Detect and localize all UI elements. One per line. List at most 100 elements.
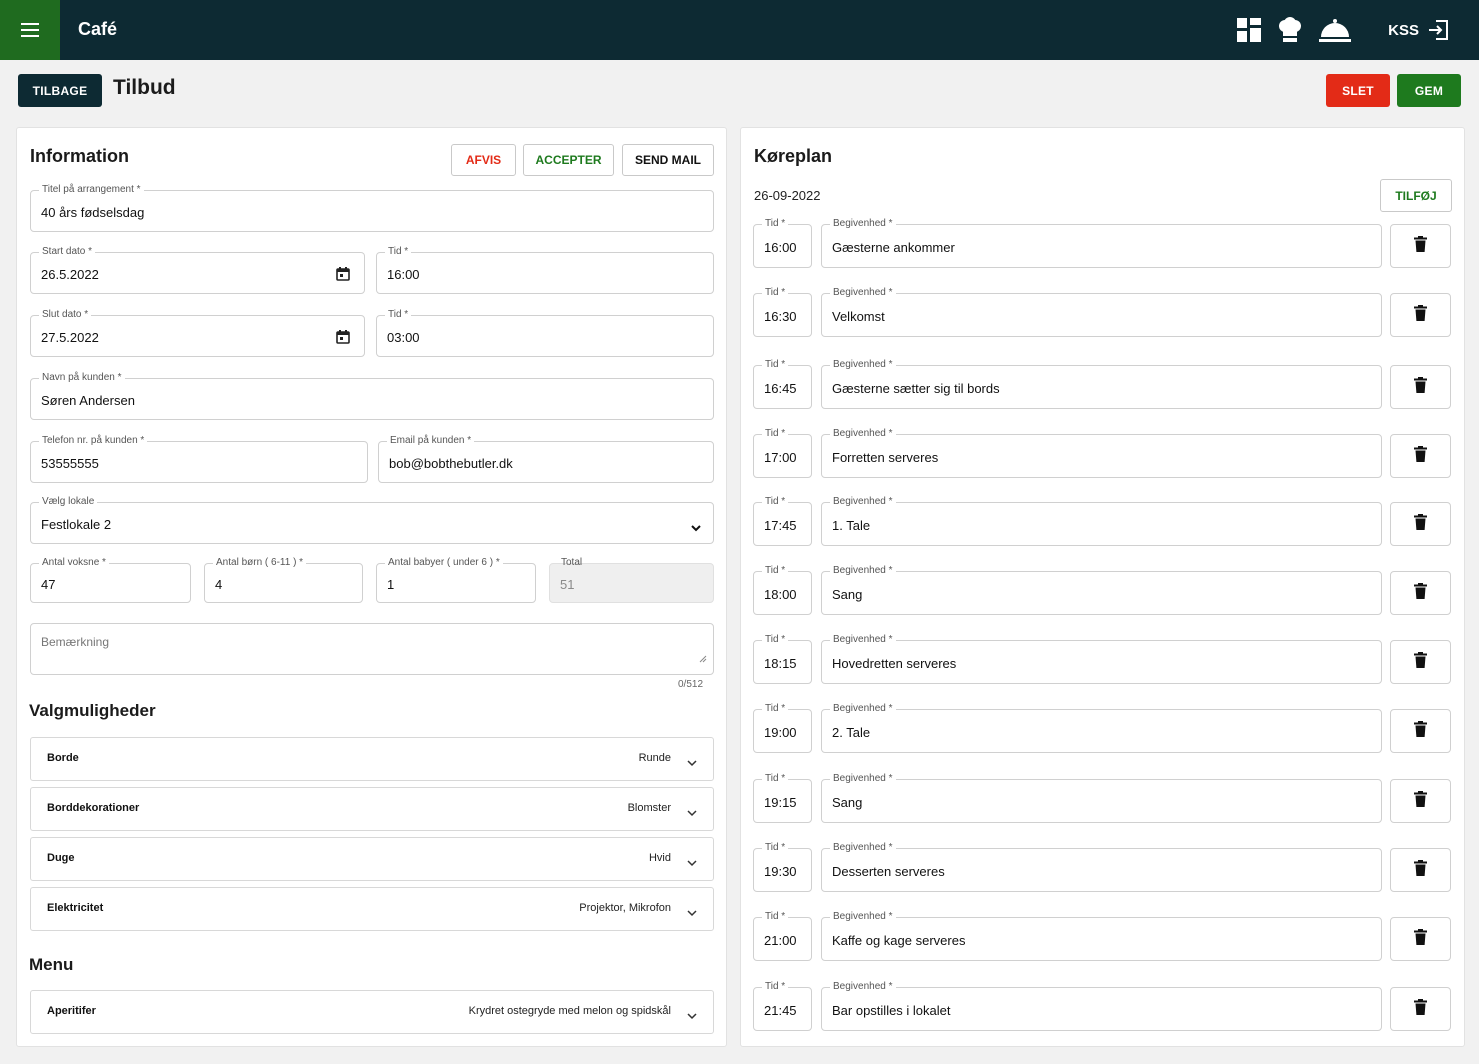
total-value: 51 — [560, 577, 575, 592]
event-field[interactable]: Begivenhed * Sang — [821, 565, 1382, 615]
event-value: Sang — [832, 587, 863, 602]
event-value: 1. Tale — [832, 518, 871, 533]
customer-email-field[interactable]: Email på kunden * bob@bobthebutler.dk — [378, 435, 714, 483]
event-field[interactable]: Begivenhed * 2. Tale — [821, 703, 1382, 753]
time-value: 18:00 — [764, 587, 797, 602]
time-field[interactable]: Tid * 21:45 — [753, 981, 812, 1031]
end-time-field[interactable]: Tid * 03:00 — [376, 309, 714, 357]
menu-button[interactable] — [0, 0, 60, 60]
resize-handle-icon[interactable] — [699, 650, 707, 668]
chef-hat-icon[interactable] — [1276, 17, 1304, 43]
delete-button[interactable]: SLET — [1326, 74, 1390, 107]
time-field[interactable]: Tid * 19:30 — [753, 842, 812, 892]
delete-entry-button[interactable] — [1390, 365, 1451, 409]
time-field[interactable]: Tid * 18:15 — [753, 634, 812, 684]
accept-button[interactable]: ACCEPTER — [523, 144, 614, 176]
time-field[interactable]: Tid * 19:00 — [753, 703, 812, 753]
dashboard-icon[interactable] — [1236, 17, 1262, 43]
adults-field[interactable]: Antal voksne * 47 — [30, 557, 191, 603]
event-value: Velkomst — [832, 309, 885, 324]
send-mail-button[interactable]: SEND MAIL — [622, 144, 714, 176]
delete-entry-button[interactable] — [1390, 640, 1451, 684]
delete-entry-button[interactable] — [1390, 571, 1451, 615]
children-label: Antal børn ( 6-11 ) * — [213, 557, 307, 568]
time-field[interactable]: Tid * 16:30 — [753, 287, 812, 337]
start-time-field[interactable]: Tid * 16:00 — [376, 246, 714, 294]
menu-value: Krydret ostegryde med melon og spidskål — [468, 1005, 671, 1017]
event-label: Begivenhed * — [830, 911, 896, 922]
delete-entry-button[interactable] — [1390, 293, 1451, 337]
event-field[interactable]: Begivenhed * Velkomst — [821, 287, 1382, 337]
event-field[interactable]: Begivenhed * Gæsterne ankommer — [821, 218, 1382, 268]
back-button[interactable]: TILBAGE — [18, 74, 102, 107]
time-value: 17:45 — [764, 518, 797, 533]
delete-entry-button[interactable] — [1390, 224, 1451, 268]
trash-icon — [1414, 445, 1427, 467]
delete-entry-button[interactable] — [1390, 709, 1451, 753]
chevron-down-icon — [687, 904, 697, 922]
option-row-duge[interactable]: Duge Hvid — [30, 837, 714, 881]
chevron-down-icon — [687, 1007, 697, 1025]
start-date-field[interactable]: Start dato * 26.5.2022 — [30, 246, 365, 294]
event-field[interactable]: Begivenhed * Kaffe og kage serveres — [821, 911, 1382, 961]
event-field[interactable]: Begivenhed * Forretten serveres — [821, 428, 1382, 478]
option-row-elektricitet[interactable]: Elektricitet Projektor, Mikrofon — [30, 887, 714, 931]
time-field[interactable]: Tid * 21:00 — [753, 911, 812, 961]
option-row-borddekorationer[interactable]: Borddekorationer Blomster — [30, 787, 714, 831]
customer-name-field[interactable]: Navn på kunden * Søren Andersen — [30, 372, 714, 420]
customer-phone-field[interactable]: Telefon nr. på kunden * 53555555 — [30, 435, 368, 483]
venue-label: Vælg lokale — [39, 496, 98, 507]
room-service-icon[interactable] — [1318, 17, 1352, 43]
schedule-heading: Køreplan — [754, 146, 833, 166]
delete-entry-button[interactable] — [1390, 779, 1451, 823]
delete-entry-button[interactable] — [1390, 848, 1451, 892]
venue-select[interactable]: Vælg lokale Festlokale 2 — [30, 496, 714, 544]
event-field[interactable]: Begivenhed * Hovedretten serveres — [821, 634, 1382, 684]
time-field[interactable]: Tid * 16:45 — [753, 359, 812, 409]
event-field[interactable]: Begivenhed * Gæsterne sætter sig til bord… — [821, 359, 1382, 409]
children-field[interactable]: Antal børn ( 6-11 ) * 4 — [204, 557, 363, 603]
time-value: 16:00 — [764, 240, 797, 255]
time-field[interactable]: Tid * 17:45 — [753, 496, 812, 546]
reject-button[interactable]: AFVIS — [451, 144, 516, 176]
babies-field[interactable]: Antal babyer ( under 6 ) * 1 — [376, 557, 536, 603]
time-field[interactable]: Tid * 19:15 — [753, 773, 812, 823]
trash-icon — [1414, 998, 1427, 1020]
time-field[interactable]: Tid * 16:00 — [753, 218, 812, 268]
add-entry-button[interactable]: TILFØJ — [1380, 179, 1452, 212]
option-value: Hvid — [648, 852, 671, 864]
save-button[interactable]: GEM — [1397, 74, 1461, 107]
event-field[interactable]: Begivenhed * Bar opstilles i lokalet — [821, 981, 1382, 1031]
delete-entry-button[interactable] — [1390, 987, 1451, 1031]
delete-entry-button[interactable] — [1390, 434, 1451, 478]
chevron-down-icon — [691, 519, 701, 537]
time-label: Tid * — [762, 359, 789, 370]
delete-entry-button[interactable] — [1390, 502, 1451, 546]
remark-textarea[interactable]: Bemærkning — [30, 623, 714, 675]
information-heading: Information — [30, 146, 129, 166]
event-value: Bar opstilles i lokalet — [832, 1003, 951, 1018]
chevron-down-icon — [687, 804, 697, 822]
time-value: 19:30 — [764, 864, 797, 879]
event-field[interactable]: Begivenhed * Desserten serveres — [821, 842, 1382, 892]
user-initials: KSS — [1388, 21, 1419, 39]
calendar-icon[interactable] — [336, 267, 350, 286]
delete-entry-button[interactable] — [1390, 917, 1451, 961]
time-field[interactable]: Tid * 18:00 — [753, 565, 812, 615]
end-date-field[interactable]: Slut dato * 27.5.2022 — [30, 309, 365, 357]
time-field[interactable]: Tid * 17:00 — [753, 428, 812, 478]
menu-row-aperitifer[interactable]: Aperitifer Krydret ostegryde med melon o… — [30, 990, 714, 1034]
option-row-borde[interactable]: Borde Runde — [30, 737, 714, 781]
calendar-icon[interactable] — [336, 330, 350, 349]
event-title-field[interactable]: Titel på arrangement * 40 års fødselsdag — [30, 184, 714, 232]
event-label: Begivenhed * — [830, 703, 896, 714]
information-panel: Information AFVIS ACCEPTER SEND MAIL Tit… — [16, 127, 727, 1047]
event-value: Forretten serveres — [832, 450, 939, 465]
logout-icon[interactable] — [1427, 19, 1449, 41]
event-field[interactable]: Begivenhed * Sang — [821, 773, 1382, 823]
event-field[interactable]: Begivenhed * 1. Tale — [821, 496, 1382, 546]
time-value: 18:15 — [764, 656, 797, 671]
babies-value: 1 — [387, 577, 395, 592]
total-label: Total — [561, 557, 583, 568]
hamburger-menu-icon — [21, 23, 39, 37]
